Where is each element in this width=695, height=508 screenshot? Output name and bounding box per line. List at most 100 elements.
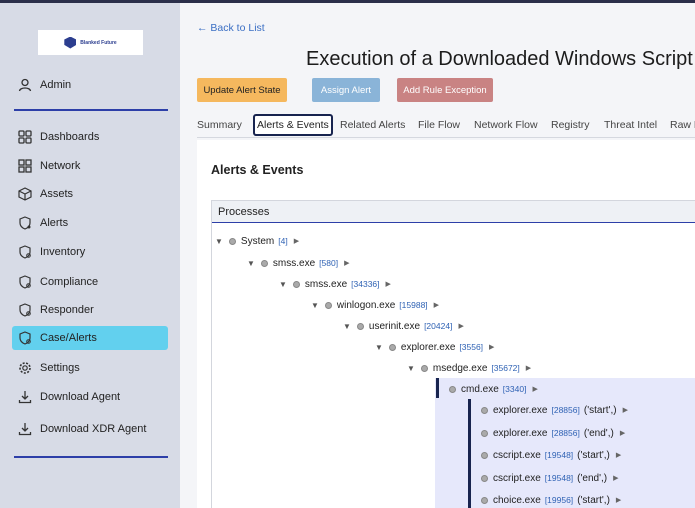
process-node[interactable]: ▼ msedge.exe [35672] ▶ [407,359,531,377]
sidebar-item-settings[interactable]: Settings [12,356,168,380]
network-icon [18,159,32,173]
process-pid[interactable]: [15988] [399,300,427,310]
expand-arrow-icon[interactable]: ▶ [526,364,531,372]
sidebar-item-label: Compliance [40,276,99,288]
expand-arrow-icon[interactable]: ▶ [458,322,463,330]
tab-network-flow[interactable]: Network Flow [474,114,538,136]
sidebar-item-label: Network [40,160,81,172]
expand-caret-icon[interactable]: ▼ [407,364,415,373]
process-pid[interactable]: [19956] [545,495,573,505]
sidebar-item-alerts[interactable]: Alerts [12,211,168,235]
process-pid[interactable]: [35672] [491,363,519,373]
sidebar-item-label: Settings [40,362,80,374]
process-pid[interactable]: [3340] [503,384,527,394]
logo-shield-icon [64,36,77,49]
process-name: explorer.exe [400,341,456,353]
process-name: cmd.exe [461,383,499,395]
expand-caret-icon[interactable]: ▼ [343,322,351,331]
sidebar-item-dashboards[interactable]: Dashboards [12,125,168,149]
expand-caret-icon[interactable]: ▼ [375,343,383,352]
company-logo[interactable]: Blanked Future [38,30,143,55]
back-to-list-link[interactable]: ← Back to List [197,22,265,34]
sidebar-item-inventory[interactable]: Inventory [12,240,168,264]
sidebar-item-network[interactable]: Network [12,154,168,178]
expand-caret-icon[interactable]: ▼ [247,259,255,268]
expand-arrow-icon[interactable]: ▶ [623,406,628,414]
processes-header: Processes [212,201,695,223]
process-name: msedge.exe [432,362,488,374]
process-node[interactable]: ▼ smss.exe [34336] ▶ [279,275,391,293]
process-gear-icon [481,429,488,437]
sidebar-item-label: Case/Alerts [40,332,97,344]
tab-registry[interactable]: Registry [551,114,590,136]
expand-arrow-icon[interactable]: ▶ [620,429,625,437]
sidebar-item-download-agent[interactable]: Download Agent [12,385,168,409]
process-node[interactable]: choice.exe [19956] ('start',) ▶ [481,491,621,508]
sidebar-item-assets[interactable]: Assets [12,182,168,206]
process-node[interactable]: ▼ smss.exe [580] ▶ [247,254,349,272]
sidebar-item-responder[interactable]: Responder [12,298,168,322]
sidebar-item-compliance[interactable]: Compliance [12,270,168,294]
tab-related-alerts[interactable]: Related Alerts [340,114,405,136]
expand-arrow-icon[interactable]: ▶ [386,280,391,288]
process-node[interactable]: ▼ System [4] ▶ [215,232,299,250]
page-title: Execution of a Downloaded Windows Script [306,48,693,70]
logo-text: Blanked Future [80,39,117,46]
expand-arrow-icon[interactable]: ▶ [489,343,494,351]
sidebar-divider-bottom [14,456,168,458]
tab-threat-intel[interactable]: Threat Intel [604,114,657,136]
process-node[interactable]: ▼ explorer.exe [3556] ▶ [375,338,494,356]
expand-caret-icon[interactable]: ▼ [215,237,223,246]
sidebar-item-download-xdr-agent[interactable]: Download XDR Agent [12,417,168,441]
expand-caret-icon[interactable]: ▼ [279,280,287,289]
process-pid[interactable]: [34336] [351,279,379,289]
process-name: choice.exe [493,494,541,506]
assign-alert-button[interactable]: Assign Alert [312,78,380,102]
sidebar-item-case-alerts[interactable]: Case/Alerts [12,326,168,350]
shield-icon [18,245,32,259]
process-node[interactable]: cscript.exe [19548] ('start',) ▶ [481,446,621,464]
expand-arrow-icon[interactable]: ▶ [613,474,618,482]
expand-arrow-icon[interactable]: ▶ [344,259,349,267]
process-pid[interactable]: [3556] [459,342,483,352]
shield-alert-icon [18,216,32,230]
shield-icon [18,303,32,317]
update-alert-state-button[interactable]: Update Alert State [197,78,287,102]
sidebar-divider-top [14,109,168,111]
process-node[interactable]: explorer.exe [28856] ('end',) ▶ [481,424,625,442]
expand-arrow-icon[interactable]: ▶ [616,496,621,504]
tab-summary[interactable]: Summary [197,114,242,136]
process-pid[interactable]: [20424] [424,321,452,331]
process-pid[interactable]: [28856] [551,405,579,415]
process-event-args: ('start',) [577,449,610,461]
tab-file-flow[interactable]: File Flow [418,114,460,136]
expand-arrow-icon[interactable]: ▶ [434,301,439,309]
process-name: explorer.exe [493,404,548,416]
process-name: cscript.exe [493,449,541,461]
process-pid[interactable]: [19548] [545,473,573,483]
process-name: smss.exe [272,257,316,269]
tree-selection-bar [436,378,439,398]
process-pid[interactable]: [4] [278,236,287,246]
process-pid[interactable]: [19548] [545,450,573,460]
expand-arrow-icon[interactable]: ▶ [616,451,621,459]
expand-arrow-icon[interactable]: ▶ [532,385,537,393]
shield-icon [18,331,32,345]
process-node[interactable]: explorer.exe [28856] ('start',) ▶ [481,401,628,419]
process-node[interactable]: cscript.exe [19548] ('end',) ▶ [481,469,619,487]
process-node[interactable]: cmd.exe [3340] ▶ [449,380,538,398]
process-pid[interactable]: [580] [319,258,338,268]
process-node[interactable]: ▼ userinit.exe [20424] ▶ [343,317,464,335]
sidebar-item-label: Download XDR Agent [40,423,147,435]
process-name: cscript.exe [493,472,541,484]
expand-caret-icon[interactable]: ▼ [311,301,319,310]
shield-icon [18,275,32,289]
add-rule-exception-button[interactable]: Add Rule Exception [397,78,493,102]
expand-arrow-icon[interactable]: ▶ [294,237,299,245]
process-name: smss.exe [304,278,348,290]
tab-raw-data[interactable]: Raw D [670,114,695,136]
user-menu[interactable]: Admin [12,73,168,97]
tab-alerts-events[interactable]: Alerts & Events [253,114,333,136]
process-pid[interactable]: [28856] [551,428,579,438]
process-node[interactable]: ▼ winlogon.exe [15988] ▶ [311,296,439,314]
